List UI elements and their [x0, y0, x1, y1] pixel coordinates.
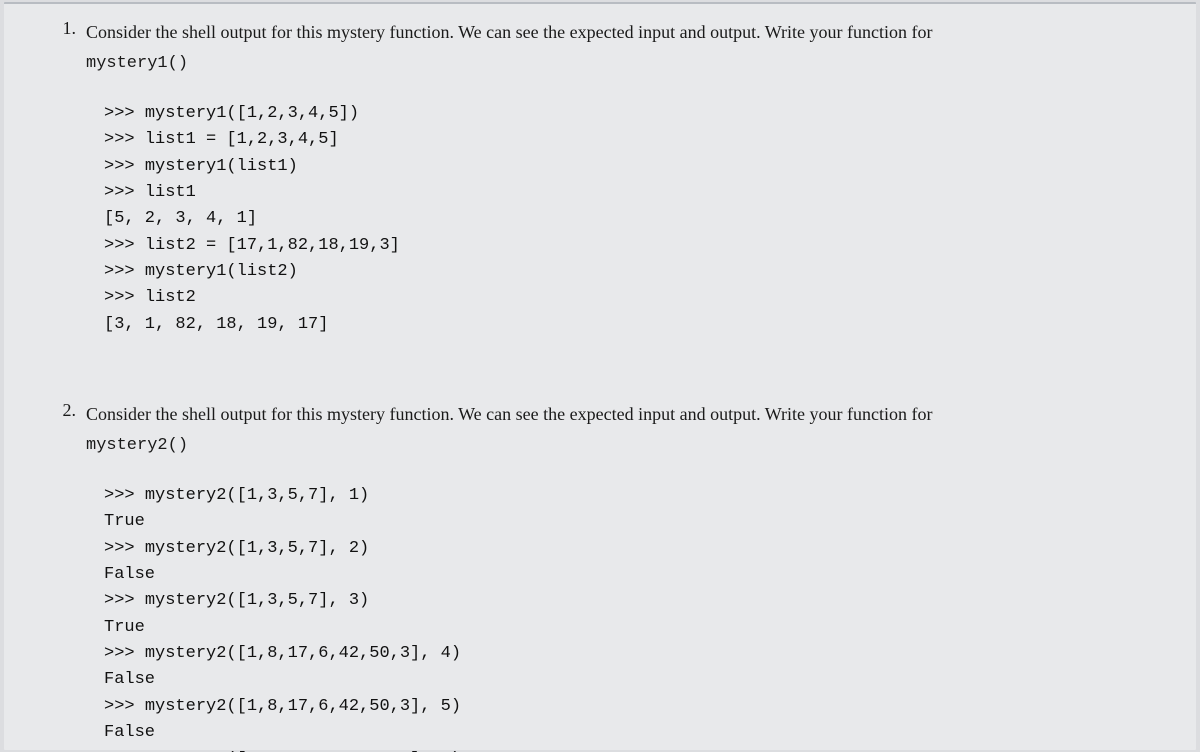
shell-input-line: mystery2([1,8,17,6,42,50,3], 6)	[104, 747, 1196, 752]
shell-input-line: mystery2([1,3,5,7], 3)	[104, 588, 1196, 614]
shell-output-line: [3, 1, 82, 18, 19, 17]	[104, 312, 1196, 338]
question-2: 2. Consider the shell output for this my…	[4, 400, 1196, 752]
question-2-prompt: Consider the shell output for this myste…	[86, 400, 932, 459]
spacer	[4, 368, 1196, 400]
question-1: 1. Consider the shell output for this my…	[4, 18, 1196, 338]
shell-output-line: False	[104, 720, 1196, 746]
shell-input-line: mystery1(list1)	[104, 154, 1196, 180]
shell-input-line: list2	[104, 285, 1196, 311]
shell-input-line: mystery2([1,8,17,6,42,50,3], 4)	[104, 641, 1196, 667]
shell-input-line: mystery2([1,3,5,7], 1)	[104, 483, 1196, 509]
shell-input-line: mystery1(list2)	[104, 259, 1196, 285]
question-2-number: 2.	[4, 400, 82, 421]
question-1-fn: mystery1()	[86, 54, 188, 73]
question-2-prompt-text: Consider the shell output for this myste…	[86, 400, 932, 429]
shell-output-line: [5, 2, 3, 4, 1]	[104, 206, 1196, 232]
shell-output-line: False	[104, 562, 1196, 588]
shell-input-line: list1	[104, 180, 1196, 206]
shell-output-line: True	[104, 615, 1196, 641]
shell-output-line: True	[104, 509, 1196, 535]
shell-input-line: mystery1([1,2,3,4,5])	[104, 101, 1196, 127]
shell-output-line: False	[104, 667, 1196, 693]
question-2-fn: mystery2()	[86, 436, 188, 455]
shell-input-line: list2 = [17,1,82,18,19,3]	[104, 233, 1196, 259]
shell-input-line: list1 = [1,2,3,4,5]	[104, 127, 1196, 153]
code-block-1: mystery1([1,2,3,4,5])list1 = [1,2,3,4,5]…	[104, 101, 1196, 338]
question-1-prompt: Consider the shell output for this myste…	[86, 18, 932, 77]
document-page: 1. Consider the shell output for this my…	[4, 2, 1196, 750]
shell-input-line: mystery2([1,3,5,7], 2)	[104, 536, 1196, 562]
shell-input-line: mystery2([1,8,17,6,42,50,3], 5)	[104, 694, 1196, 720]
question-1-number: 1.	[4, 18, 82, 39]
question-1-prompt-text: Consider the shell output for this myste…	[86, 18, 932, 47]
code-block-2: mystery2([1,3,5,7], 1)Truemystery2([1,3,…	[104, 483, 1196, 752]
